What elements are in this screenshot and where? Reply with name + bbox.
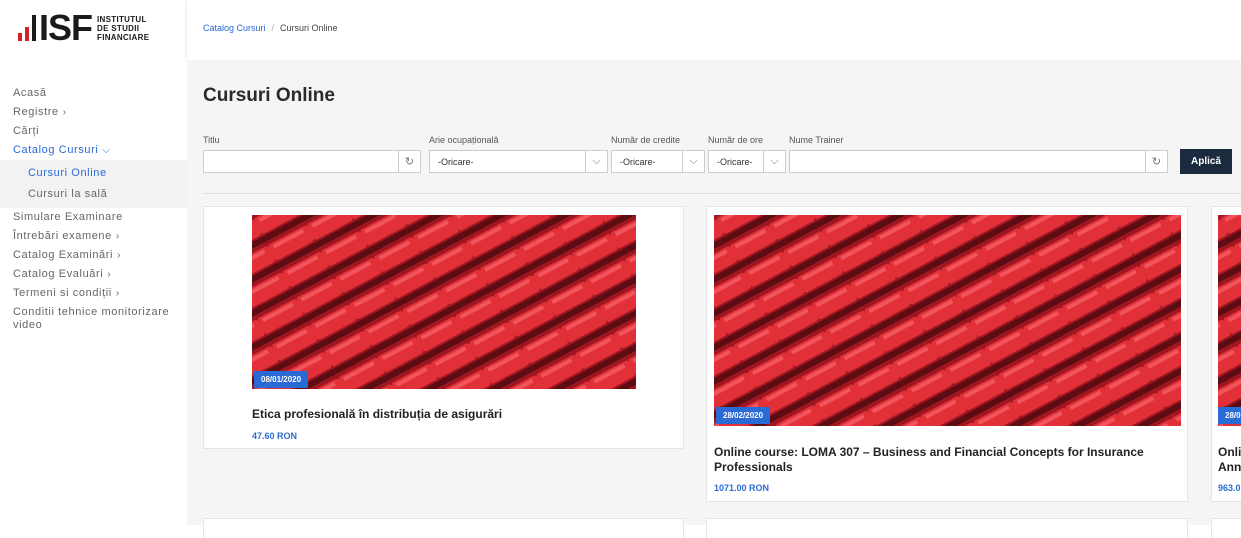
- nav-item-catalog-cursuri[interactable]: Catalog Cursuri ⌵: [0, 141, 187, 160]
- nav-item-intrebari-examene[interactable]: Întrebări examene ›: [0, 227, 187, 246]
- refresh-icon[interactable]: ↻: [1146, 150, 1168, 173]
- date-badge: 28/02/2020: [716, 407, 770, 424]
- nav-item-catalog-evaluari[interactable]: Catalog Evaluări ›: [0, 265, 187, 284]
- nav-subitem-cursuri-online[interactable]: Cursuri Online: [0, 163, 187, 184]
- nav-submenu: Cursuri Online Cursuri la sală: [0, 160, 187, 208]
- trainer-filter-label: Nume Trainer: [789, 135, 844, 145]
- area-filter-select[interactable]: -Oricare-: [429, 150, 586, 173]
- course-price: 963.0: [1218, 483, 1241, 493]
- chevron-down-icon[interactable]: ⌵: [764, 150, 786, 173]
- course-image[interactable]: [252, 215, 636, 389]
- logo-text: INSTITUTUL DE STUDII FINANCIARE: [97, 15, 149, 42]
- nav-item-carti[interactable]: Cărți: [0, 122, 187, 141]
- main-content: Cursuri Online Titlu ↻ Arie ocupațională…: [187, 60, 1241, 525]
- area-filter-value: -Oricare-: [438, 157, 474, 167]
- credits-filter-select[interactable]: -Oricare-: [611, 150, 683, 173]
- nav-item-label: Cărți: [13, 125, 39, 137]
- hours-filter-label: Număr de ore: [708, 135, 763, 145]
- logo-text-line: FINANCIARE: [97, 33, 149, 42]
- course-title[interactable]: Etica profesională în distribuția de asi…: [252, 407, 652, 422]
- nav-item-registre[interactable]: Registre ›: [0, 103, 187, 122]
- logo-bars-icon: [18, 15, 36, 41]
- isf-logo[interactable]: ISF INSTITUTUL DE STUDII FINANCIARE: [18, 6, 158, 50]
- stadium-seats-image: [714, 215, 1181, 426]
- title-filter-input[interactable]: [203, 150, 399, 173]
- breadcrumb-link-catalog[interactable]: Catalog Cursuri: [203, 23, 266, 33]
- chevron-down-icon[interactable]: ⌵: [683, 150, 705, 173]
- course-card[interactable]: 28/0 Onli Ann 963.0: [1211, 206, 1241, 502]
- date-badge: 28/0: [1218, 407, 1241, 424]
- course-title[interactable]: Online course: LOMA 307 – Business and F…: [714, 445, 1174, 475]
- area-filter-label: Arie ocupațională: [429, 135, 499, 145]
- credits-filter-value: -Oricare-: [620, 157, 656, 167]
- nav-item-label: Cursuri la sală: [28, 188, 107, 200]
- course-card[interactable]: 08/01/2020 Etica profesională în distrib…: [203, 206, 684, 449]
- nav-subitem-cursuri-la-sala[interactable]: Cursuri la sală: [0, 184, 187, 205]
- nav-item-label: Catalog Cursuri: [13, 144, 98, 156]
- chevron-right-icon: ›: [63, 107, 67, 118]
- date-badge: 08/01/2020: [254, 371, 308, 388]
- nav-item-label: Termeni si condiții: [13, 287, 112, 299]
- top-bar: Catalog Cursuri / Cursuri Online: [187, 0, 1241, 60]
- stadium-seats-image: [252, 215, 636, 389]
- nav-item-label: Conditii tehnice monitorizare video: [13, 306, 169, 331]
- logo-text-line: DE STUDII: [97, 24, 149, 33]
- chevron-down-icon: ⌵: [102, 145, 110, 156]
- divider: [203, 193, 1241, 194]
- course-card[interactable]: 28/02/2020 Online course: LOMA 307 – Bus…: [706, 206, 1188, 502]
- nav-item-label: Catalog Evaluări: [13, 268, 103, 280]
- refresh-icon[interactable]: ↻: [399, 150, 421, 173]
- nav-item-simulare-examinare[interactable]: Simulare Examinare: [0, 208, 187, 227]
- nav-item-label: Cursuri Online: [28, 167, 107, 179]
- nav-item-conditii-tehnice[interactable]: Conditii tehnice monitorizare video: [0, 303, 187, 335]
- course-price: 1071.00 RON: [714, 483, 769, 493]
- nav-item-label: Catalog Examinări: [13, 249, 113, 261]
- nav-item-label: Registre: [13, 106, 59, 118]
- course-image[interactable]: [1218, 215, 1241, 426]
- logo-text-line: INSTITUTUL: [97, 15, 149, 24]
- hours-filter-select[interactable]: -Oricare-: [708, 150, 764, 173]
- chevron-right-icon: ›: [117, 250, 121, 261]
- chevron-right-icon: ›: [116, 231, 120, 242]
- course-card[interactable]: [706, 518, 1188, 538]
- title-filter-label: Titlu: [203, 135, 220, 145]
- nav-item-label: Acasă: [13, 87, 47, 99]
- nav-item-termeni[interactable]: Termeni si condiții ›: [0, 284, 187, 303]
- course-card[interactable]: [1211, 518, 1241, 538]
- breadcrumb-current: Cursuri Online: [280, 23, 338, 33]
- course-card[interactable]: [203, 518, 684, 538]
- page-title: Cursuri Online: [203, 85, 335, 107]
- nav-item-acasa[interactable]: Acasă: [0, 84, 187, 103]
- chevron-right-icon: ›: [116, 288, 120, 299]
- credits-filter-label: Număr de credite: [611, 135, 680, 145]
- course-title[interactable]: Onli Ann: [1218, 445, 1241, 475]
- nav-item-label: Simulare Examinare: [13, 211, 123, 223]
- course-price: 47.60 RON: [252, 431, 297, 441]
- trainer-filter-input[interactable]: [789, 150, 1146, 173]
- nav-item-label: Întrebări examene: [13, 230, 112, 242]
- nav-item-catalog-examinari[interactable]: Catalog Examinări ›: [0, 246, 187, 265]
- apply-button[interactable]: Aplică: [1180, 149, 1232, 174]
- logo-mark: ISF: [39, 10, 92, 46]
- breadcrumb-separator: /: [272, 23, 275, 33]
- course-image[interactable]: [714, 215, 1181, 426]
- stadium-seats-image: [1218, 215, 1241, 426]
- chevron-down-icon[interactable]: ⌵: [586, 150, 608, 173]
- sidebar: ISF INSTITUTUL DE STUDII FINANCIARE Acas…: [0, 0, 187, 525]
- hours-filter-value: -Oricare-: [717, 157, 753, 167]
- sidebar-nav: Acasă Registre › Cărți Catalog Cursuri ⌵ C…: [0, 84, 187, 335]
- breadcrumb: Catalog Cursuri / Cursuri Online: [203, 23, 338, 33]
- chevron-right-icon: ›: [107, 269, 111, 280]
